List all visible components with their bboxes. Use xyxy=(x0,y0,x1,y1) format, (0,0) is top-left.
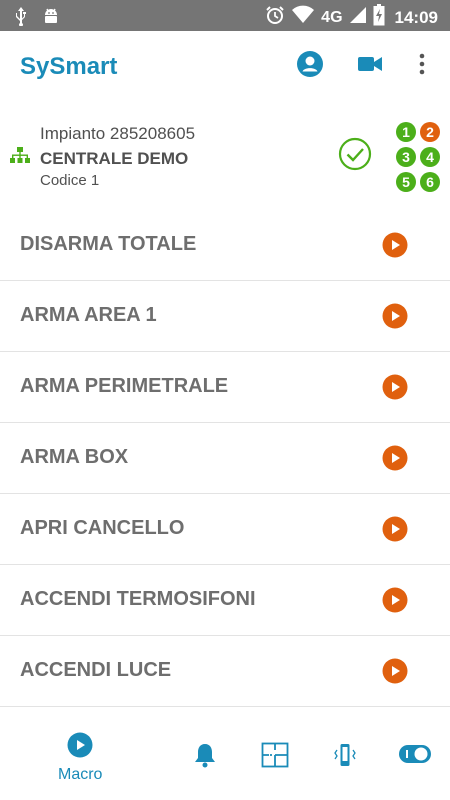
video-camera-button[interactable] xyxy=(355,51,385,81)
macro-label: ACCENDI TERMOSIFONI xyxy=(20,588,256,610)
macro-list: DISARMA TOTALE ARMA AREA 1 ARMA PERIMETR… xyxy=(0,210,450,707)
system-id: Impianto 285208605 xyxy=(40,124,196,143)
area-badge: 5 xyxy=(396,172,416,192)
system-name: CENTRALE DEMO xyxy=(40,149,189,168)
macro-label: APRI CANCELLO xyxy=(20,517,185,539)
nav-automations[interactable] xyxy=(399,744,431,769)
play-circle-icon xyxy=(67,732,93,763)
play-icon[interactable] xyxy=(382,232,408,263)
macro-item[interactable]: ARMA BOX xyxy=(0,423,450,494)
macro-item[interactable]: APRI CANCELLO xyxy=(0,494,450,565)
app-bar: SySmart xyxy=(0,31,450,101)
nav-devices[interactable] xyxy=(332,742,358,773)
status-bar: 4G 14:09 xyxy=(0,0,450,31)
bottom-navigation: Macro xyxy=(0,720,450,800)
nav-macro-label: Macro xyxy=(58,766,103,783)
alarm-clock-icon xyxy=(265,5,285,30)
macro-label: ACCENDI LUCE xyxy=(20,659,172,681)
play-icon[interactable] xyxy=(382,587,408,618)
play-icon[interactable] xyxy=(382,445,408,476)
macro-item[interactable]: DISARMA TOTALE xyxy=(0,210,450,281)
macro-label: ARMA BOX xyxy=(20,446,129,468)
usb-icon xyxy=(14,6,28,31)
floor-plan-icon xyxy=(261,742,289,773)
nav-floor-plan[interactable] xyxy=(261,742,289,773)
area-badge: 1 xyxy=(396,122,416,142)
macro-label: ARMA PERIMETRALE xyxy=(20,375,229,397)
macro-item[interactable]: ACCENDI LUCE xyxy=(0,636,450,707)
area-badge: 6 xyxy=(420,172,440,192)
connected-check-icon xyxy=(338,137,372,176)
bell-icon xyxy=(193,742,217,773)
account-icon xyxy=(296,50,324,83)
system-panel[interactable]: Impianto 285208605 CENTRALE DEMO Codice … xyxy=(0,108,450,204)
video-camera-icon xyxy=(357,54,383,79)
area-badge: 3 xyxy=(396,147,416,167)
more-options-button[interactable] xyxy=(407,51,437,81)
play-icon[interactable] xyxy=(382,374,408,405)
area-badge: 4 xyxy=(420,147,440,167)
battery-charging-icon xyxy=(373,4,385,31)
app-title: SySmart xyxy=(20,53,118,80)
nav-notifications[interactable] xyxy=(193,742,217,773)
user-code: Codice 1 xyxy=(40,172,100,189)
nav-macro[interactable]: Macro xyxy=(58,732,102,784)
wifi-icon xyxy=(291,5,315,30)
play-icon[interactable] xyxy=(382,658,408,689)
macro-item[interactable]: ACCENDI TERMOSIFONI xyxy=(0,565,450,636)
area-status-grid: 1 2 3 4 5 6 xyxy=(396,122,440,192)
play-icon[interactable] xyxy=(382,516,408,547)
play-icon[interactable] xyxy=(382,303,408,334)
android-icon xyxy=(42,6,60,31)
macro-item[interactable]: ARMA AREA 1 xyxy=(0,281,450,352)
toggle-switch-icon xyxy=(399,744,431,769)
more-vert-icon xyxy=(419,53,425,80)
vibrate-device-icon xyxy=(332,742,358,773)
account-button[interactable] xyxy=(295,50,325,83)
network-type: 4G xyxy=(321,8,343,26)
macro-label: DISARMA TOTALE xyxy=(20,233,197,255)
area-badge: 2 xyxy=(420,122,440,142)
macro-item[interactable]: ARMA PERIMETRALE xyxy=(0,352,450,423)
macro-label: ARMA AREA 1 xyxy=(20,304,157,326)
clock-time: 14:09 xyxy=(394,7,438,27)
signal-icon xyxy=(349,5,367,30)
network-topology-icon xyxy=(10,147,30,168)
